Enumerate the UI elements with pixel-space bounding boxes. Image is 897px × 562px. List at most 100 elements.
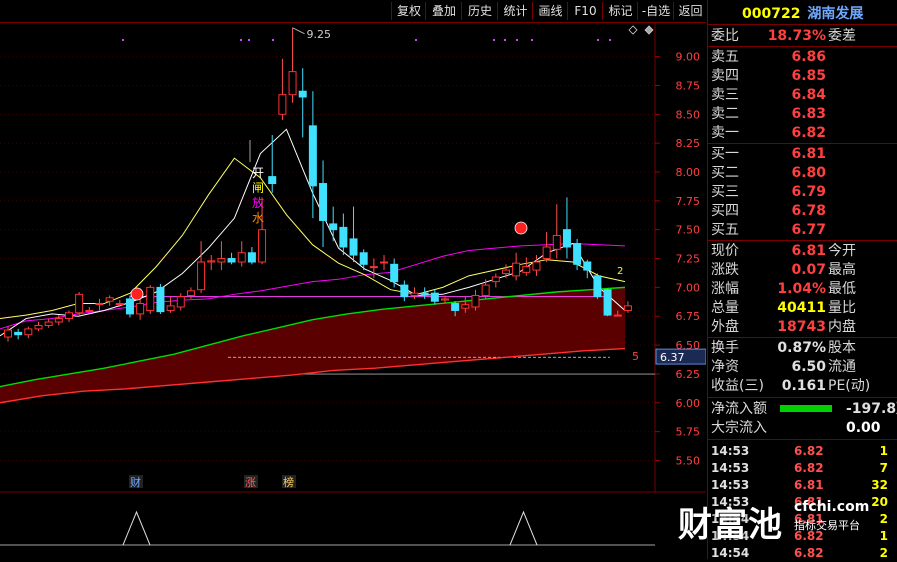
stat-row-3-label2: 量比: [828, 300, 856, 316]
stat-row-4-label: 外盘: [711, 319, 739, 335]
candle-body: [491, 276, 500, 283]
buy-row-0: 买一 6.81: [708, 145, 897, 164]
candle-body: [4, 329, 12, 338]
indicator-spike: [509, 510, 538, 546]
toolbar-button-3[interactable]: 统计: [497, 2, 533, 20]
candle-body: [603, 289, 612, 316]
diamond-filled-icon: [644, 25, 654, 35]
candle-body: [562, 229, 571, 248]
tick-row: 14:53 6.82 1: [708, 442, 897, 460]
stat-row-0-label: 现价: [711, 243, 739, 259]
buy-row-3-label: 买四: [711, 203, 739, 219]
stat-row-4: 外盘 18743 内盘: [708, 318, 897, 337]
y-tick-label: 5.50: [676, 454, 701, 467]
stat-row-3-label: 总量: [711, 300, 739, 316]
y-tick-label: 7.75: [676, 195, 701, 208]
stock-title[interactable]: 000722 湖南发展: [742, 3, 863, 23]
stat-row-0-label2: 今开: [828, 243, 856, 259]
buy-row-4: 买五 6.77: [708, 221, 897, 240]
candle-body: [186, 290, 195, 296]
toolbar-button-4[interactable]: 画线: [532, 2, 568, 20]
toolbar-button-8[interactable]: 返回: [673, 2, 707, 20]
y-tick-label: 8.25: [676, 137, 701, 150]
buy-row-1: 买二 6.80: [708, 164, 897, 183]
watermark-slogan: 指标交易平台: [794, 519, 860, 532]
buy-row-1-label: 买二: [711, 165, 739, 181]
fin-row-2: 收益(三) 0.161 PE(动): [708, 377, 897, 396]
panel-divider: [708, 439, 897, 440]
top-dot: [531, 39, 533, 41]
candle-body: [85, 309, 94, 312]
sell-row-1-value: 6.85: [791, 68, 826, 84]
stat-row-1: 涨跌 0.07 最高: [708, 261, 897, 280]
candle-body: [136, 303, 145, 315]
candle-body: [512, 262, 521, 277]
candle-body: [258, 229, 267, 263]
candle-body: [237, 252, 246, 263]
toolbar-button-2[interactable]: 历史: [461, 2, 498, 20]
sell-row-3: 卖二 6.83: [708, 105, 897, 124]
tick-volume: 32: [871, 478, 888, 492]
candle-body: [75, 293, 84, 314]
panel-divider: [708, 46, 897, 47]
candle-body: [420, 292, 429, 295]
candle-body: [64, 312, 73, 320]
sell-row-0: 卖五 6.86: [708, 48, 897, 67]
candle-body: [197, 261, 206, 291]
y-tick-label: 6.25: [676, 368, 701, 381]
weibi-row: 委比 18.73% 委差: [708, 27, 897, 46]
toolbar-button-1[interactable]: 叠加: [425, 2, 462, 20]
y-tick-label: 7.50: [676, 224, 701, 237]
diamond-icon: [628, 25, 638, 35]
sell-row-1: 卖四 6.85: [708, 67, 897, 86]
candle-body: [329, 223, 338, 231]
signal-dot: [130, 287, 144, 301]
toolbar-button-6[interactable]: 标记: [602, 2, 638, 20]
panel-divider: [708, 24, 897, 25]
toolbar-button-5[interactable]: F10: [567, 2, 603, 20]
fin-row-0-label2: 股本: [828, 340, 856, 356]
stat-row-4-label2: 内盘: [828, 319, 856, 335]
panel-divider: [708, 337, 897, 338]
stat-row-3: 总量 40411 量比: [708, 299, 897, 318]
sell-row-0-value: 6.86: [791, 49, 826, 65]
candle-body: [613, 314, 622, 317]
y-tick-label: 7.25: [676, 253, 701, 266]
candle-body: [34, 324, 43, 330]
signal-dot: [514, 221, 528, 235]
top-dot: [272, 39, 274, 41]
high-annotation: 9.25: [307, 28, 332, 41]
panel-divider: [708, 397, 897, 398]
signal-vertical-text: 放: [252, 195, 264, 210]
toolbar-button-7[interactable]: -自选: [637, 2, 674, 20]
chart-toolbar: 复权 叠加 历史 统计 画线 F10 标记 -自选 返回: [0, 0, 706, 23]
candle-body: [125, 298, 134, 315]
fin-row-2-label2: PE(动): [828, 378, 871, 394]
stock-code: 000722: [742, 6, 801, 22]
sell-row-4: 卖一 6.82: [708, 124, 897, 143]
sell-row-3-label: 卖二: [711, 106, 739, 122]
flow-value-1: 0.00: [846, 420, 881, 436]
y-tick-label: 5.75: [676, 426, 701, 439]
buy-row-4-label: 买五: [711, 222, 739, 238]
y-tick-label: 8.75: [676, 79, 701, 92]
candle-body: [349, 238, 358, 256]
toolbar-button-0[interactable]: 复权: [391, 2, 426, 20]
top-dot: [415, 39, 417, 41]
candle-body: [461, 304, 470, 309]
candle-body: [593, 275, 602, 298]
candle-body: [451, 303, 460, 311]
candle-body: [288, 71, 297, 96]
sell-row-1-label: 卖四: [711, 68, 739, 84]
candle-body: [176, 296, 185, 308]
top-dot: [597, 39, 599, 41]
top-dot: [248, 39, 250, 41]
candle-body: [380, 261, 389, 264]
candle-body: [573, 243, 582, 265]
stat-row-1-value: 0.07: [791, 262, 826, 278]
quote-panel: 000722 湖南发展 委比 18.73% 委差 卖五 6.86 卖四 6.85 卖三 6.84…: [707, 0, 897, 560]
indicator-spike: [122, 510, 151, 546]
candle-body: [298, 90, 307, 98]
candle-body: [44, 321, 53, 326]
sell-row-0-label: 卖五: [711, 49, 739, 65]
